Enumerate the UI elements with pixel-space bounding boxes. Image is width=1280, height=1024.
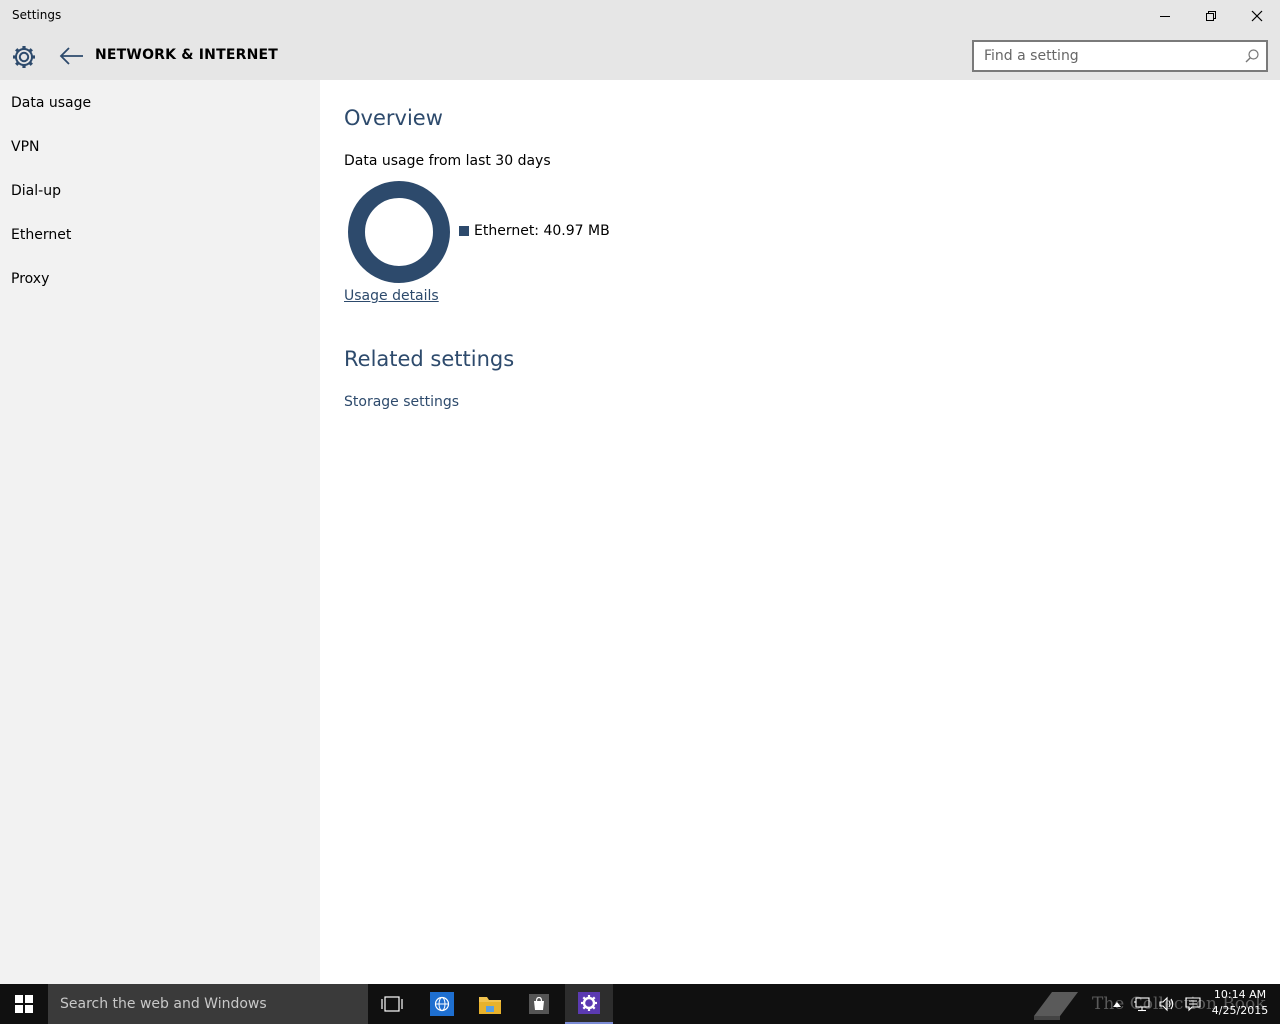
usage-subtitle: Data usage from last 30 days	[344, 153, 551, 169]
folder-icon	[479, 997, 501, 1014]
taskbar-settings-button[interactable]	[565, 984, 613, 1024]
clock-time: 10:14 AM	[1213, 988, 1267, 1001]
window-title: Settings	[12, 8, 62, 22]
gear-icon[interactable]	[11, 44, 37, 70]
taskbar-search-input[interactable]	[48, 984, 358, 1024]
taskbar-browser-button[interactable]	[418, 984, 466, 1024]
search-icon[interactable]	[1244, 48, 1260, 64]
notification-icon	[1185, 997, 1201, 1012]
windows-logo-icon	[15, 995, 33, 1013]
legend-swatch-ethernet	[459, 226, 469, 236]
system-clock[interactable]: 10:14 AM 4/25/2015	[1206, 987, 1274, 1019]
chevron-up-icon	[1113, 1002, 1121, 1007]
main-content: Overview Data usage from last 30 days Et…	[320, 80, 1280, 984]
data-usage-donut-chart	[348, 181, 450, 283]
search-input[interactable]	[974, 42, 1224, 70]
storage-settings-link[interactable]: Storage settings	[344, 394, 459, 410]
related-settings-heading: Related settings	[344, 347, 515, 371]
settings-gear-icon	[578, 992, 600, 1014]
overview-heading: Overview	[344, 106, 443, 130]
task-view-icon	[381, 996, 403, 1012]
minimize-icon	[1160, 16, 1170, 17]
sidebar-item-data-usage[interactable]: Data usage	[11, 95, 91, 111]
browser-globe-icon	[430, 992, 454, 1016]
network-tray-button[interactable]	[1130, 984, 1154, 1024]
restore-button[interactable]	[1188, 0, 1234, 32]
taskbar-store-button[interactable]	[515, 984, 563, 1024]
book-icon	[1034, 992, 1078, 1020]
start-button[interactable]	[0, 984, 48, 1024]
taskbar-file-explorer-button[interactable]	[466, 984, 514, 1024]
speaker-icon	[1159, 996, 1174, 1012]
taskbar-search-box[interactable]	[48, 984, 368, 1024]
store-bag-icon	[529, 994, 549, 1014]
find-setting-search[interactable]	[972, 40, 1268, 72]
minimize-button[interactable]	[1142, 0, 1188, 32]
settings-header: NETWORK & INTERNET	[0, 32, 1280, 80]
sidebar-item-proxy[interactable]: Proxy	[11, 271, 49, 287]
legend-label-ethernet: Ethernet: 40.97 MB	[474, 223, 610, 239]
task-view-button[interactable]	[368, 984, 416, 1024]
page-title: NETWORK & INTERNET	[95, 47, 279, 63]
clock-date: 4/25/2015	[1211, 1004, 1269, 1017]
network-icon	[1134, 997, 1150, 1012]
sidebar-item-ethernet[interactable]: Ethernet	[11, 227, 71, 243]
show-hidden-icons-button[interactable]	[1108, 984, 1126, 1024]
sidebar-item-vpn[interactable]: VPN	[11, 139, 40, 155]
close-button[interactable]	[1234, 0, 1280, 32]
sidebar-item-dial-up[interactable]: Dial-up	[11, 183, 61, 199]
donut-slice-ethernet	[348, 181, 450, 283]
taskbar: The Collection Book 10:14 AM 4/25/2015	[0, 984, 1280, 1024]
restore-icon	[1206, 11, 1216, 21]
usage-details-link[interactable]: Usage details	[344, 288, 439, 304]
title-bar: Settings	[0, 0, 1280, 32]
volume-tray-button[interactable]	[1155, 984, 1179, 1024]
back-arrow-icon[interactable]	[58, 44, 86, 68]
action-center-button[interactable]	[1181, 984, 1205, 1024]
sidebar: Data usage VPN Dial-up Ethernet Proxy	[0, 80, 320, 984]
close-icon	[1251, 10, 1263, 22]
